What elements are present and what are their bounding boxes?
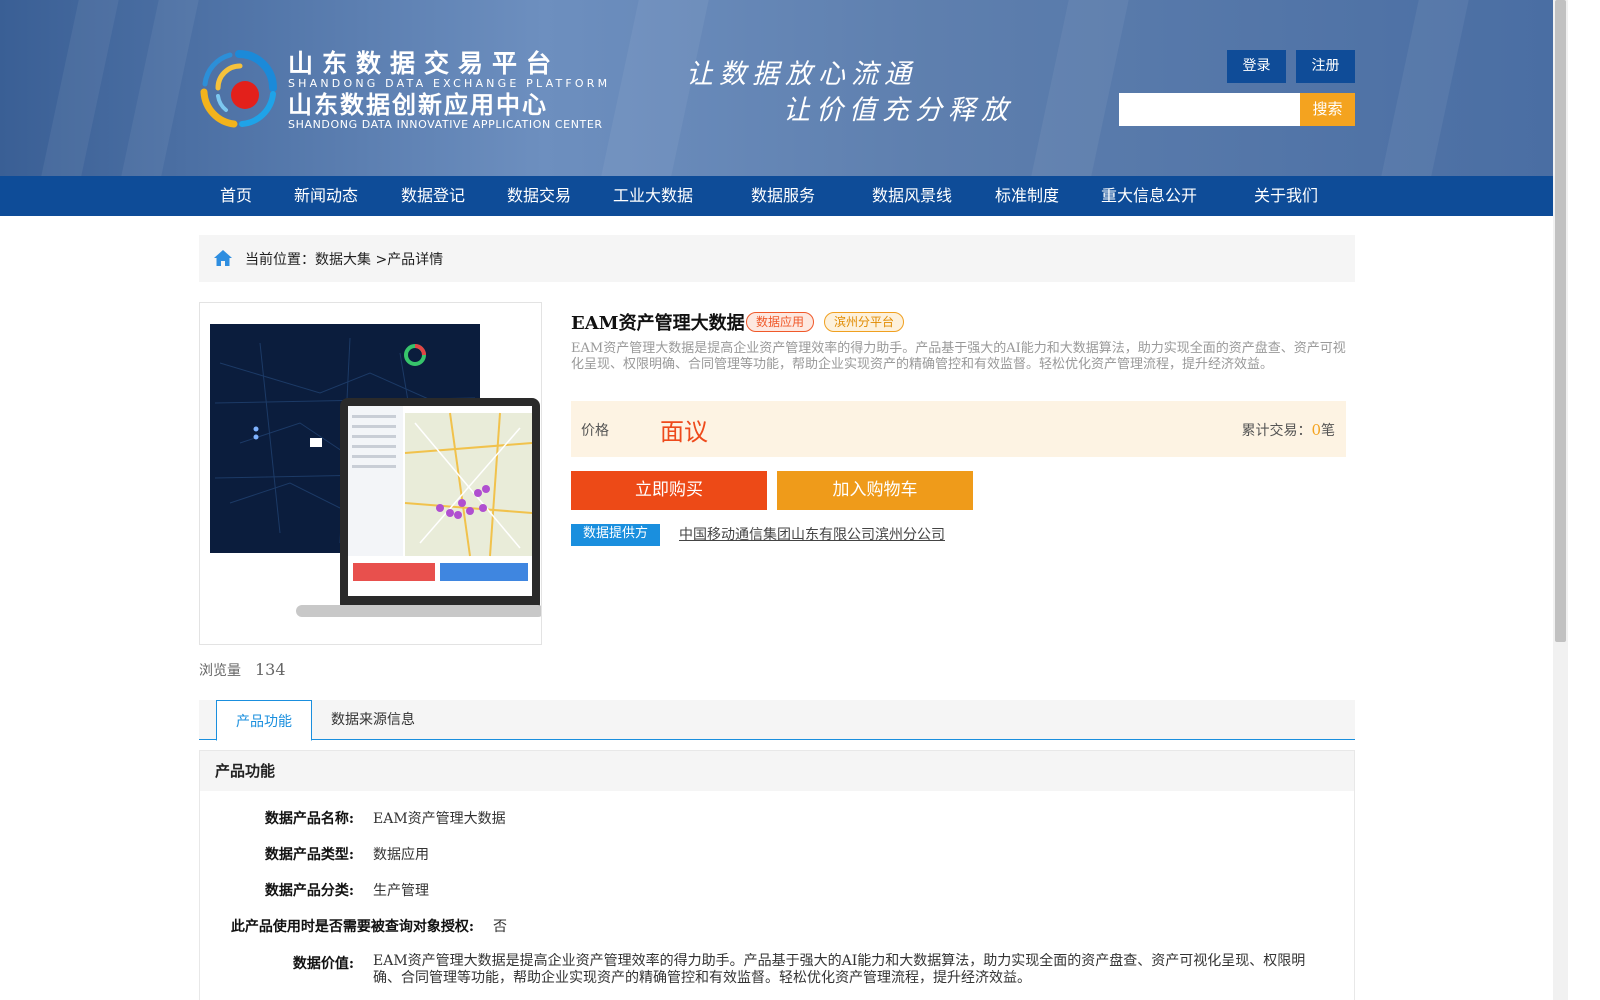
tab-product-features[interactable]: 产品功能: [216, 700, 312, 741]
home-icon[interactable]: [213, 249, 233, 267]
buy-now-button[interactable]: 立即购买: [571, 471, 767, 510]
product-title: EAM资产管理大数据: [571, 313, 745, 334]
tab-data-source-info[interactable]: 数据来源信息: [331, 700, 415, 740]
field-row: 数据产品名称:: [199, 808, 354, 828]
brand-en-line2: SHANDONG DATA INNOVATIVE APPLICATION CEN…: [288, 118, 603, 131]
field-row: 数据价值:: [199, 953, 354, 973]
brand-en-line1: SHANDONG DATA EXCHANGE PLATFORM: [288, 77, 611, 90]
field-row: 此产品使用时是否需要被查询对象授权:: [199, 916, 474, 936]
price-box: 价格 面议 累计交易：0笔: [571, 401, 1346, 457]
price-value: 面议: [660, 418, 708, 446]
brand-text: 山东数据交易平台 SHANDONG DATA EXCHANGE PLATFORM…: [288, 50, 610, 131]
trade-count-value: 0: [1311, 421, 1321, 439]
provider-link[interactable]: 中国移动通信集团山东有限公司滨州分公司: [679, 524, 945, 544]
view-count-value: 134: [255, 660, 286, 679]
field-key: 数据产品名称:: [264, 811, 354, 827]
search-input[interactable]: [1119, 93, 1300, 126]
nav-item-disclosure[interactable]: 重大信息公开: [1101, 176, 1197, 216]
field-value: EAM资产管理大数据是提高企业资产管理效率的得力助手。产品基于强大的AI能力和大…: [373, 953, 1306, 986]
section-title: 产品功能: [200, 751, 1354, 791]
nav-item-data-services[interactable]: 数据服务: [751, 176, 815, 216]
product-screenshot-illustration: [210, 324, 541, 617]
nav-item-industrial-big-data[interactable]: 工业大数据: [613, 176, 693, 216]
provider-badge: 数据提供方: [571, 524, 660, 546]
trade-count-label: 累计交易：: [1241, 423, 1312, 439]
price-label: 价格: [581, 423, 609, 439]
view-count: 浏览量 134: [199, 660, 286, 680]
nav-item-news[interactable]: 新闻动态: [294, 176, 358, 216]
field-key: 数据产品分类:: [264, 883, 354, 899]
add-to-cart-button[interactable]: 加入购物车: [777, 471, 973, 510]
field-row: 数据产品类型:: [199, 844, 354, 864]
breadcrumb-parent-link[interactable]: 数据大集: [315, 252, 371, 268]
field-key: 数据价值:: [292, 956, 354, 972]
breadcrumb: 当前位置：数据大集 >产品详情: [199, 235, 1355, 282]
trade-count: 累计交易：0笔: [1241, 420, 1335, 440]
nav-item-standards[interactable]: 标准制度: [995, 176, 1059, 216]
nav-item-data-landscape[interactable]: 数据风景线: [872, 176, 952, 216]
breadcrumb-text: 当前位置：数据大集 >产品详情: [245, 249, 443, 269]
breadcrumb-current: 产品详情: [387, 252, 444, 268]
nav-item-data-trading[interactable]: 数据交易: [507, 176, 571, 216]
brand-cn-line1: 山东数据交易平台: [288, 49, 561, 78]
tab-bar: 产品功能 数据来源信息: [199, 700, 1355, 741]
product-description: EAM资产管理大数据是提高企业资产管理效率的得力助手。产品基于强大的AI能力和大…: [571, 341, 1346, 372]
trade-count-unit: 笔: [1321, 423, 1335, 439]
field-row: 数据产品分类:: [199, 880, 354, 900]
platform-logo[interactable]: [200, 48, 278, 128]
login-button[interactable]: 登录: [1227, 50, 1286, 83]
tag-data-application: 数据应用: [746, 312, 815, 332]
nav-item-home[interactable]: 首页: [220, 176, 252, 216]
product-image[interactable]: [199, 302, 542, 645]
field-key: 数据产品类型:: [264, 847, 354, 863]
site-header: 山东数据交易平台 SHANDONG DATA EXCHANGE PLATFORM…: [0, 0, 1553, 176]
window-edge: [1568, 0, 1600, 1000]
search-button[interactable]: 搜索: [1300, 93, 1355, 126]
register-button[interactable]: 注册: [1296, 50, 1355, 83]
slogan-line1: 让数据放心流通: [686, 59, 917, 90]
field-key: 此产品使用时是否需要被查询对象授权:: [230, 919, 474, 935]
scrollbar-thumb[interactable]: [1555, 0, 1566, 642]
field-value: 生产管理: [373, 883, 429, 899]
field-value: 数据应用: [373, 847, 429, 863]
field-value: EAM资产管理大数据: [373, 811, 506, 827]
page-scrollbar[interactable]: [1553, 0, 1568, 1000]
breadcrumb-separator: >: [371, 252, 388, 268]
brand-cn-line2: 山东数据创新应用中心: [288, 91, 548, 119]
breadcrumb-prefix: 当前位置：: [245, 252, 315, 268]
nav-item-data-registration[interactable]: 数据登记: [401, 176, 465, 216]
nav-item-about[interactable]: 关于我们: [1254, 176, 1318, 216]
tag-binzhou-platform: 滨州分平台: [824, 312, 905, 332]
field-value: 否: [493, 919, 507, 935]
slogan-line2: 让价值充分释放: [783, 95, 1014, 126]
view-count-label: 浏览量: [199, 663, 241, 679]
main-nav: 首页 新闻动态 数据登记 数据交易 工业大数据 数据服务 数据风景线 标准制度 …: [0, 176, 1553, 216]
